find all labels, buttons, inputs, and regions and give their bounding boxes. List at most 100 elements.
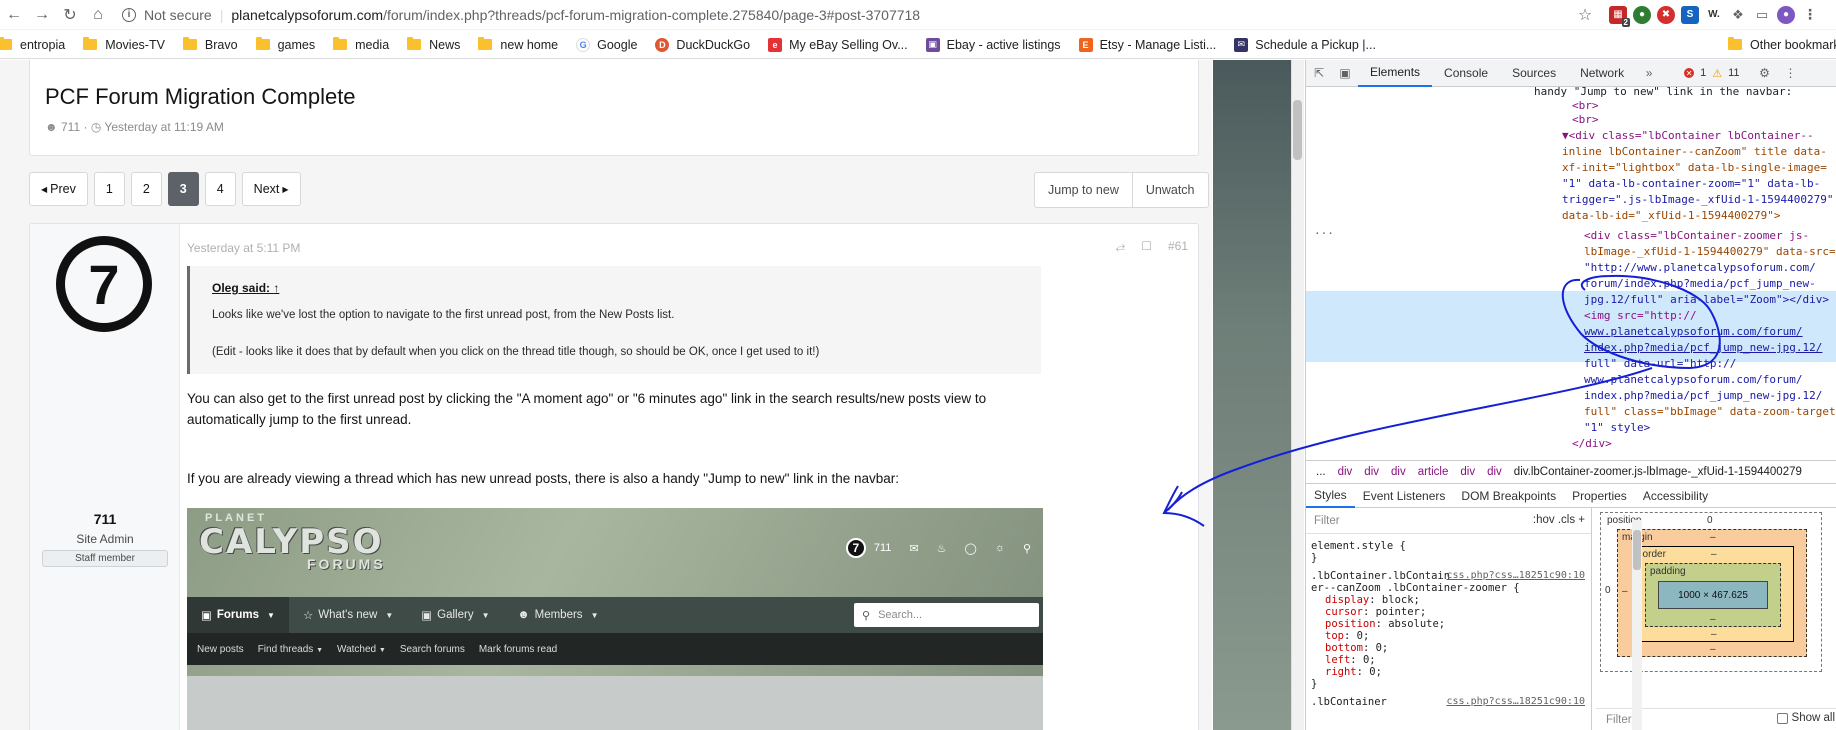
breadcrumb-item[interactable]: article [1418,466,1449,478]
breadcrumb-item[interactable]: div [1338,466,1353,478]
avatar[interactable]: 7 [56,236,152,332]
code-line[interactable]: forum/index.php?media/pcf_jump_new- [1584,277,1816,290]
cast-icon[interactable]: ▭ [1753,5,1771,24]
box-content-size[interactable]: 1000 × 467.625 [1658,581,1768,609]
bookmark-usps[interactable]: ✉ Schedule a Pickup |... [1234,37,1376,52]
code-line[interactable]: "http://www.planetcalypsoforum.com/ [1584,261,1816,274]
address-bar[interactable]: i Not secure | planetcalypsoforum.com/fo… [116,2,1571,28]
settings-gear-icon[interactable]: ⚙ [1752,60,1778,87]
share-icon[interactable]: ⥄ [1116,239,1126,254]
styles-filter-tools[interactable]: :hov .cls + [1533,514,1585,526]
quote-author[interactable]: Oleg said: ↑ [212,281,279,295]
rule-selector[interactable]: .lbContainer.lbContain [1311,570,1450,582]
breadcrumb-current[interactable]: div.lbContainer-zoomer.js-lbImage-_xfUid… [1514,466,1802,478]
tab-console[interactable]: Console [1432,60,1500,87]
rule-source-link[interactable]: css.php?css…18251c90:10 [1447,570,1585,581]
next-page-button[interactable]: Next ▶ [241,172,301,206]
rule-selector[interactable]: .lbContainer [1311,696,1387,708]
rule-selector[interactable]: er--canZoom .lbContainer-zoomer { [1311,582,1520,594]
tab-sources[interactable]: Sources [1500,60,1568,87]
code-line[interactable]: www.planetcalypsoforum.com/forum/ [1584,325,1803,338]
page-2-button[interactable]: 2 [130,172,162,206]
tab-styles[interactable]: Styles [1306,484,1355,508]
code-line[interactable]: data-lb-id="_xfUid-1-1594400279"> [1562,209,1781,222]
back-icon[interactable]: ← [0,1,28,29]
chrome-menu-icon[interactable]: ⋮ [1801,5,1819,24]
element-style-rule[interactable]: element.style { [1311,540,1406,552]
issues-counter[interactable]: ✕ 1 ⚠ 11 [1684,67,1740,80]
ellipsis-icon[interactable]: ··· [1314,227,1334,240]
position-value[interactable]: 0 [1707,515,1713,526]
code-line[interactable]: "1" data-lb-container-zoom="1" data-lb- [1562,177,1820,190]
tab-event-listeners[interactable]: Event Listeners [1355,484,1454,508]
css-property[interactable]: display: block; [1325,594,1420,606]
forward-icon[interactable]: → [28,1,56,29]
code-line[interactable]: index.php?media/pcf_jump_new-jpg.12/ [1584,341,1822,354]
code-line[interactable]: inline lbContainer--canZoom" title data- [1562,145,1827,158]
code-line[interactable]: "1" style> [1584,421,1650,434]
border-value[interactable]: – [1711,549,1717,560]
breadcrumb-item[interactable]: div [1391,466,1406,478]
post-username[interactable]: 711 [30,511,180,527]
extension-adblock-icon[interactable]: ✖ [1657,5,1675,24]
extensions-puzzle-icon[interactable]: ❖ [1729,5,1747,24]
bookmark-folder-news[interactable]: News [407,37,460,52]
bookmark-folder-bravo[interactable]: Bravo [182,37,238,52]
devtools-menu-icon[interactable]: ⋮ [1778,60,1804,87]
bookmark-folder-entropia[interactable]: entropia [0,37,65,52]
info-icon[interactable]: i [122,7,136,22]
tab-network[interactable]: Network [1568,60,1636,87]
code-line[interactable]: <br> [1572,113,1599,126]
page-scrollbar-thumb[interactable] [1293,100,1302,160]
extension-calendar-icon[interactable]: ▦ 2 [1609,5,1630,27]
breadcrumb-item[interactable]: div [1364,466,1379,478]
css-property[interactable]: top: 0; [1325,630,1369,642]
position-left-value[interactable]: 0 [1605,585,1611,596]
extension-s-icon[interactable]: S [1681,5,1699,24]
bookmark-other[interactable]: Other bookmarks [1728,37,1836,52]
breadcrumb-item[interactable]: div [1487,466,1502,478]
page-1-button[interactable]: 1 [93,172,125,206]
post-number[interactable]: #61 [1168,239,1188,254]
inspect-element-icon[interactable]: ⇱ [1306,60,1332,87]
bookmark-etsy[interactable]: E Etsy - Manage Listi... [1078,37,1216,52]
elements-tree[interactable]: handy "Jump to new" link in the navbar: … [1306,87,1836,460]
breadcrumb-item[interactable]: ... [1316,466,1326,478]
code-line[interactable]: </div> [1572,437,1612,450]
code-line[interactable]: handy "Jump to new" link in the navbar: [1534,87,1792,98]
extension-evernote-icon[interactable]: ● [1633,5,1651,24]
bookmark-ebay-active[interactable]: ▣ Ebay - active listings [925,37,1061,52]
show-all-checkbox[interactable]: Show all [1776,712,1835,724]
more-tabs-icon[interactable]: » [1636,60,1662,87]
bookmark-google[interactable]: G Google [576,37,637,52]
bookmark-star-icon[interactable]: ☆ [1571,1,1599,29]
bookmark-folder-media[interactable]: media [333,37,389,52]
page-scrollbar[interactable] [1291,60,1304,730]
unwatch-button[interactable]: Unwatch [1131,173,1208,207]
code-line[interactable]: <div class="lbContainer-zoomer js- [1584,229,1809,242]
extension-w-icon[interactable]: W. [1705,5,1723,24]
code-line[interactable]: ▼<div class="lbContainer lbContainer-- [1562,129,1814,142]
reload-icon[interactable]: ↻ [56,1,84,29]
arrow-up-circle-icon[interactable]: ↑ [273,281,279,295]
page-4-button[interactable]: 4 [204,172,236,206]
profile-avatar-icon[interactable]: ● [1777,5,1795,24]
code-line[interactable]: index.php?media/pcf_jump_new-jpg.12/ [1584,389,1822,402]
code-line[interactable]: www.planetcalypsoforum.com/forum/ [1584,373,1803,386]
code-line[interactable]: trigger=".js-lbImage-_xfUid-1-1594400279… [1562,193,1834,206]
margin-bottom-value[interactable]: – [1710,644,1716,655]
code-line[interactable]: full" data-url="http:// [1584,357,1736,370]
page-3-button[interactable]: 3 [167,172,199,206]
css-property[interactable]: right: 0; [1325,666,1382,678]
jump-to-new-button[interactable]: Jump to new [1035,173,1132,207]
thread-author[interactable]: 711 [61,120,80,134]
bookmark-folder-games[interactable]: games [255,37,315,52]
tab-elements[interactable]: Elements [1358,60,1433,87]
device-toolbar-icon[interactable]: ▣ [1332,60,1358,87]
home-icon[interactable]: ⌂ [84,1,112,29]
rule-source-link[interactable]: css.php?css…18251c90:10 [1447,696,1585,707]
padding-bottom-value[interactable]: – [1710,614,1716,625]
margin-value[interactable]: – [1710,532,1716,543]
prev-page-button[interactable]: ◀ Prev [29,172,88,206]
post-time[interactable]: Yesterday at 5:11 PM [187,241,300,255]
